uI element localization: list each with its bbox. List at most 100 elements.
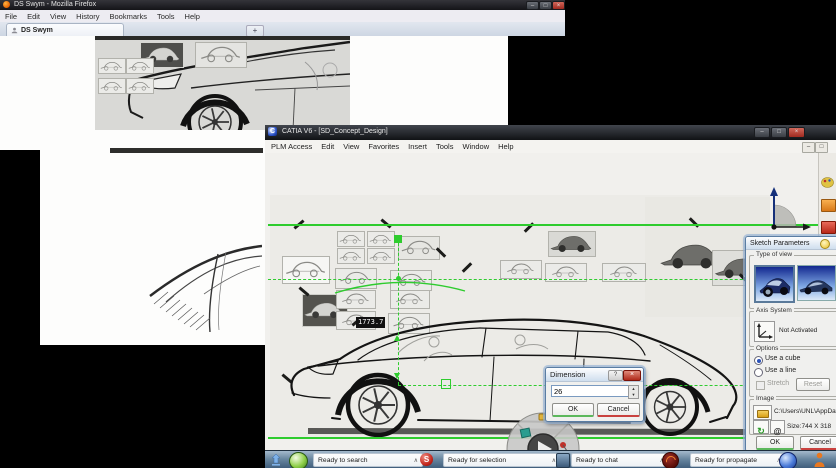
dimension-witness-line xyxy=(398,243,399,385)
sketch-parameters-cancel-button[interactable]: Cancel xyxy=(800,436,836,450)
status-label: Ready to chat xyxy=(576,456,618,464)
menu-item-view[interactable]: View xyxy=(50,12,66,21)
use-cube-label[interactable]: Use a cube xyxy=(765,355,800,362)
dimension-dialog: Dimension ? × ▲ ▼ OK Cancel xyxy=(545,367,644,422)
save-tool-icon[interactable] xyxy=(821,221,836,234)
sketch-parameters-title-bar[interactable]: Sketch Parameters xyxy=(746,237,836,250)
browse-folder-button[interactable] xyxy=(753,405,772,420)
sketch-thumbnail xyxy=(367,248,395,264)
selection-handle[interactable] xyxy=(394,235,402,243)
image-path-text: C:\Users\UNL\AppData\ xyxy=(774,408,836,415)
dimension-value-input[interactable] xyxy=(551,385,629,397)
paint-tool-icon[interactable] xyxy=(821,177,834,188)
menu-item-plm-access[interactable]: PLM Access xyxy=(271,142,312,151)
use-line-radio[interactable] xyxy=(754,368,763,377)
sketch-thumbnail xyxy=(195,42,247,68)
dimension-ok-button[interactable]: OK xyxy=(552,403,594,417)
rotation-arc[interactable] xyxy=(330,271,470,295)
image-bottom-edge xyxy=(110,148,263,153)
reset-button: Reset xyxy=(796,378,830,391)
menu-item-tools[interactable]: Tools xyxy=(436,142,454,151)
firefox-minimize-button[interactable]: – xyxy=(526,1,539,10)
status-ready-to-chat[interactable]: Ready to chat ∧ xyxy=(571,453,669,467)
firefox-title-bar[interactable]: DS Swym - Mozilla Firefox – □ × xyxy=(0,0,565,10)
menu-item-view[interactable]: View xyxy=(343,142,359,151)
view-button-3d[interactable] xyxy=(754,265,795,303)
catia-close-button[interactable]: × xyxy=(788,127,805,138)
dialog-close-button[interactable]: × xyxy=(623,370,641,381)
view-button-side[interactable] xyxy=(797,265,836,301)
status-ready-to-search[interactable]: Ready to search ∧ xyxy=(313,453,423,467)
catia-minimize-button[interactable]: – xyxy=(754,127,770,138)
firefox-logo-icon xyxy=(3,1,10,8)
menu-item-edit[interactable]: Edit xyxy=(321,142,334,151)
sketch-parameters-panel: Sketch Parameters Type of view Axis Syst… xyxy=(745,236,836,452)
orb-app-icon[interactable] xyxy=(289,452,308,468)
use-line-label[interactable]: Use a line xyxy=(765,367,796,374)
firefox-tab-bar: DS Swym + xyxy=(0,22,565,37)
catia-logo-icon: C xyxy=(268,127,277,136)
menu-item-window[interactable]: Window xyxy=(462,142,489,151)
menu-item-help[interactable]: Help xyxy=(185,12,200,21)
firefox-close-button[interactable]: × xyxy=(552,1,565,10)
chat-app-icon[interactable] xyxy=(556,453,570,468)
refresh-image-button[interactable]: ↻ xyxy=(753,420,769,436)
catia-maximize-button[interactable]: □ xyxy=(771,127,787,138)
model-icon xyxy=(519,427,532,439)
globe-app-icon[interactable] xyxy=(779,452,797,468)
status-label: Ready for propagate xyxy=(695,456,757,464)
recycle-icon: ↻ xyxy=(757,426,765,436)
dimension-cancel-button[interactable]: Cancel xyxy=(597,403,640,417)
screen: DS Swym - Mozilla Firefox – □ × File Edi… xyxy=(0,0,836,468)
mdi-restore-button[interactable]: □ xyxy=(815,142,828,153)
taskbar-app-icon[interactable] xyxy=(271,454,281,466)
menu-item-edit[interactable]: Edit xyxy=(27,12,40,21)
anchor-point[interactable] xyxy=(396,276,401,281)
image-size-text: Size:744 X 318 xyxy=(787,423,832,430)
tab-ds-swym[interactable]: DS Swym xyxy=(6,23,124,36)
s-badge-icon[interactable]: S xyxy=(420,453,433,466)
swirl-mark xyxy=(664,454,678,468)
sketch-board-image[interactable] xyxy=(95,36,350,130)
view-compass-icon[interactable] xyxy=(757,185,817,233)
folder-tool-icon[interactable] xyxy=(821,199,836,212)
swirl-app-icon[interactable] xyxy=(662,452,679,468)
selection-handle[interactable] xyxy=(441,379,451,389)
lightbulb-icon[interactable] xyxy=(820,239,830,249)
menu-item-history[interactable]: History xyxy=(76,12,99,21)
menu-item-help[interactable]: Help xyxy=(498,142,513,151)
axis-status-text: Not Activated xyxy=(779,327,818,334)
menu-item-tools[interactable]: Tools xyxy=(157,12,175,21)
dialog-help-button[interactable]: ? xyxy=(608,370,623,381)
firefox-maximize-button[interactable]: □ xyxy=(539,1,552,10)
catia-title-bar[interactable]: C CATIA V6 - [SD_Concept_Design] – □ × xyxy=(265,125,836,140)
person-app-icon[interactable] xyxy=(813,452,826,468)
catia-viewport[interactable]: 1773.7 xyxy=(265,153,818,455)
status-ready-for-selection[interactable]: Ready for selection ∧ xyxy=(443,453,561,467)
dimension-dialog-title: Dimension xyxy=(550,370,586,379)
menu-item-insert[interactable]: Insert xyxy=(408,142,427,151)
sketch-thumbnail xyxy=(126,58,154,74)
catia-menu-bar: PLM Access Edit View Favorites Insert To… xyxy=(265,140,836,154)
axis-system-button[interactable] xyxy=(754,321,775,342)
value-spinner[interactable]: ▲ ▼ xyxy=(628,385,639,399)
status-ready-for-propagate[interactable]: Ready for propagate ∧ xyxy=(690,453,786,467)
menu-item-bookmarks[interactable]: Bookmarks xyxy=(110,12,148,21)
folder-icon xyxy=(757,410,769,418)
type-of-view-label: Type of view xyxy=(754,251,795,258)
chevron-up-icon[interactable]: ∧ xyxy=(414,457,418,464)
web-image-button[interactable]: @ xyxy=(770,420,785,436)
mdi-minimize-button[interactable]: – xyxy=(802,142,815,153)
sketch-thumbnail xyxy=(98,58,126,74)
sketch-thumbnail xyxy=(337,231,365,247)
spinner-down-icon[interactable]: ▼ xyxy=(629,392,638,398)
dimension-arrow-down xyxy=(394,373,400,379)
stretch-label: Stretch xyxy=(767,380,790,387)
use-cube-radio[interactable] xyxy=(754,356,763,365)
sketch-parameters-ok-button[interactable]: OK xyxy=(756,436,794,450)
dimension-arrow-up xyxy=(394,335,400,341)
menu-item-favorites[interactable]: Favorites xyxy=(368,142,399,151)
menu-item-file[interactable]: File xyxy=(5,12,17,21)
s-badge-letter: S xyxy=(423,455,430,464)
taskbar: Ready to search ∧ S Ready for selection … xyxy=(265,450,836,468)
